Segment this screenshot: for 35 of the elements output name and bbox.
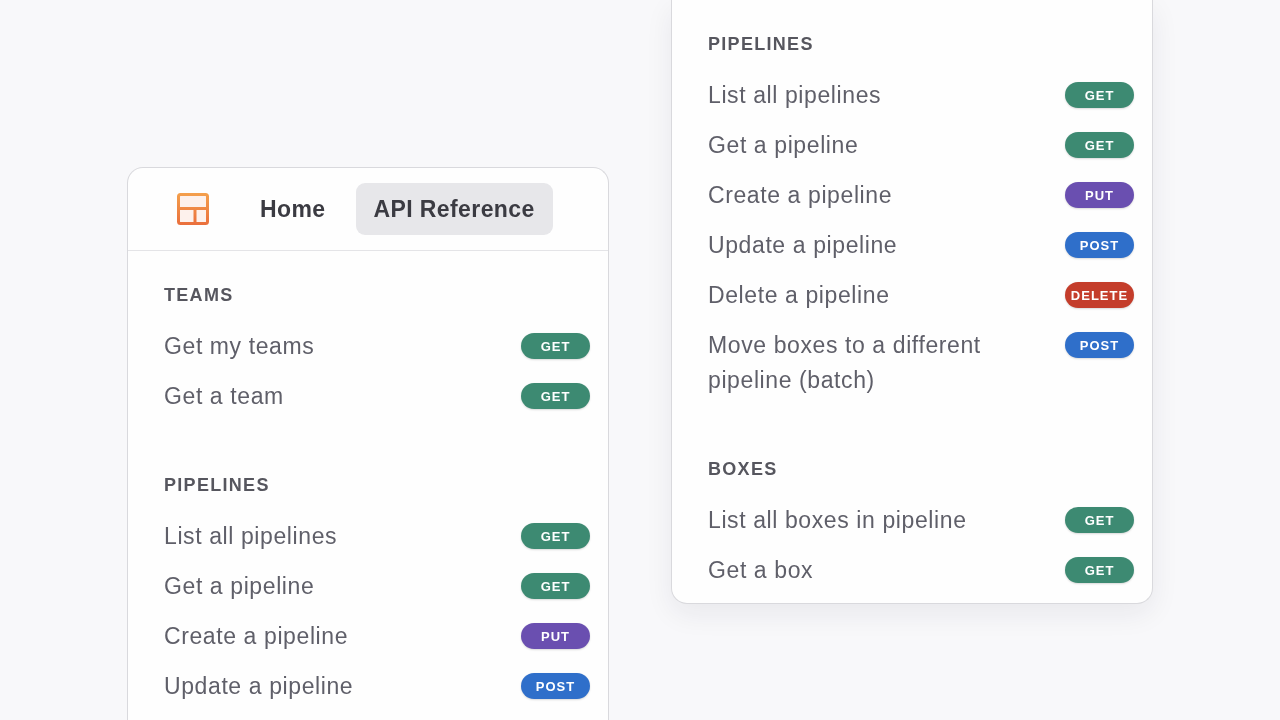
endpoint-link[interactable]: Create a pipeline (164, 618, 349, 654)
method-badge: PUT (1065, 182, 1134, 208)
section-heading: PIPELINES (164, 474, 271, 497)
endpoint-link[interactable]: Create a pipeline (708, 177, 893, 213)
endpoint-link[interactable]: Get a box (708, 552, 814, 588)
method-badge: GET (521, 573, 590, 599)
nav-tab[interactable]: Home (242, 183, 344, 235)
method-badge: POST (521, 673, 590, 699)
endpoint-link[interactable]: List all pipelines (708, 77, 882, 113)
method-badge: GET (521, 523, 590, 549)
endpoint-link[interactable]: Delete a pipeline (708, 277, 890, 313)
nav-tab[interactable]: API Reference (355, 183, 553, 235)
endpoint-link[interactable]: Update a pipeline (164, 668, 354, 704)
method-badge: DELETE (1065, 282, 1134, 308)
method-badge: PUT (521, 623, 590, 649)
endpoint-link[interactable]: List all boxes in pipeline (708, 502, 967, 538)
method-badge: POST (1065, 232, 1134, 258)
layout-icon[interactable] (177, 193, 209, 225)
method-badge: GET (1065, 507, 1134, 533)
section-heading: PIPELINES (708, 33, 815, 56)
endpoint-link[interactable]: Update a pipeline (708, 227, 898, 263)
endpoint-link[interactable]: Get a pipeline (708, 127, 859, 163)
endpoint-link[interactable]: List all pipelines (164, 518, 338, 554)
method-badge: GET (521, 333, 590, 359)
endpoint-link[interactable]: Move boxes to a different pipeline (batch) (708, 327, 1015, 398)
method-badge: GET (1065, 557, 1134, 583)
method-badge: GET (1065, 132, 1134, 158)
section-heading: TEAMS (164, 284, 235, 307)
method-badge: GET (1065, 82, 1134, 108)
section-heading: BOXES (708, 458, 779, 481)
endpoint-link[interactable]: Get my teams (164, 328, 315, 364)
method-badge: GET (521, 383, 590, 409)
endpoint-link[interactable]: Get a team (164, 378, 284, 414)
method-badge: POST (1065, 332, 1134, 358)
endpoint-link[interactable]: Get a pipeline (164, 568, 315, 604)
